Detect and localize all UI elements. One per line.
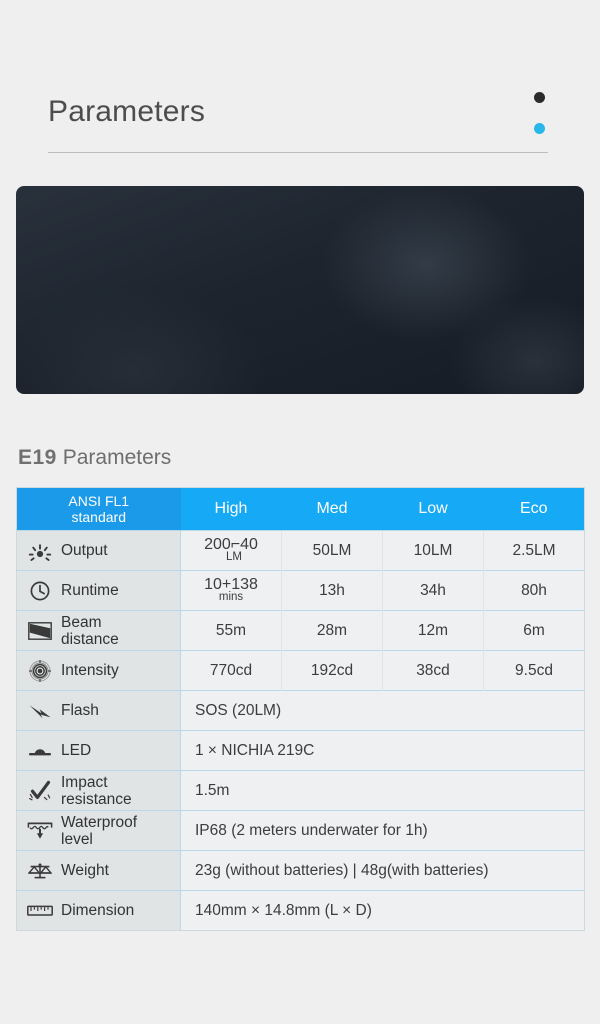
- table-row: Output 200⌐40 LM 50LM 10LM 2.5LM: [16, 530, 585, 571]
- impact-check-icon: [27, 779, 53, 803]
- table-row: Waterproof level IP68 (2 meters underwat…: [16, 810, 585, 851]
- spec-table-head: ANSI FL1 standard High Med Low Eco: [16, 487, 585, 531]
- table-row: Beam distance 55m 28m 12m 6m: [16, 610, 585, 651]
- carousel-dot-inactive[interactable]: [534, 123, 545, 134]
- spec-label-text: Flash: [61, 702, 99, 719]
- spec-table: ANSI FL1 standard High Med Low Eco Outpu…: [16, 487, 585, 931]
- spec-label-cell: Weight: [16, 850, 181, 891]
- spec-label-text: Intensity: [61, 662, 119, 679]
- spec-value-cell: 770cd: [180, 650, 282, 691]
- parameters-page: Parameters E19 Parameters ANSI FL1 stand…: [0, 0, 600, 1024]
- spec-value-cell: 38cd: [382, 650, 484, 691]
- column-header-eco: Eco: [483, 487, 585, 531]
- beam-wedge-icon: [27, 619, 53, 643]
- spec-value-merged: 23g (without batteries) | 48g(with batte…: [180, 850, 585, 891]
- spec-value-cell: 10+138 mins: [180, 570, 282, 611]
- title-divider: [48, 152, 548, 153]
- product-model: E19: [18, 446, 57, 469]
- column-header-low: Low: [382, 487, 484, 531]
- spec-label-cell: Beam distance: [16, 610, 181, 651]
- spec-label-text: Waterproof level: [61, 813, 138, 848]
- beam-distance-image: 0m 50m 100m Beam distance: [16, 186, 584, 394]
- spec-label-text: Beam distance: [61, 613, 119, 648]
- spec-value-cell: 200⌐40 LM: [180, 530, 282, 571]
- spec-label-cell: Dimension: [16, 890, 181, 931]
- target-intensity-icon: [27, 659, 53, 683]
- led-icon: [27, 739, 53, 763]
- column-header-high: High: [180, 487, 282, 531]
- spec-table-heading: E19 Parameters: [18, 446, 171, 470]
- spec-value-cell: 28m: [281, 610, 383, 651]
- spec-label-text: Dimension: [61, 902, 135, 919]
- section-header: Parameters: [48, 92, 548, 162]
- spec-value-cell: 13h: [281, 570, 383, 611]
- table-row: Dimension 140mm × 14.8mm (L × D): [16, 890, 585, 931]
- sun-burst-icon: [27, 539, 53, 563]
- spec-label-cell: Flash: [16, 690, 181, 731]
- spec-value-unit: LM: [226, 551, 242, 564]
- spec-value-cell: 12m: [382, 610, 484, 651]
- column-header-standard: ANSI FL1 standard: [16, 487, 181, 531]
- spec-heading-word: Parameters: [62, 446, 172, 469]
- table-row: Impact resistance 1.5m: [16, 770, 585, 811]
- spec-value-merged: 1 × NICHIA 219C: [180, 730, 585, 771]
- spec-label-text: Weight: [61, 862, 109, 879]
- spec-table-header-row: ANSI FL1 standard High Med Low Eco: [16, 487, 585, 531]
- waterproof-icon: [27, 819, 53, 843]
- column-header-med: Med: [281, 487, 383, 531]
- spec-label-cell: Waterproof level: [16, 810, 181, 851]
- spec-value-cell: 55m: [180, 610, 282, 651]
- table-row: Weight 23g (without batteries) | 48g(wit…: [16, 850, 585, 891]
- spec-label-cell: LED: [16, 730, 181, 771]
- carousel-dot-active[interactable]: [534, 92, 545, 103]
- spec-value-cell: 6m: [483, 610, 585, 651]
- spec-value-cell: 50LM: [281, 530, 383, 571]
- spec-value-merged: 1.5m: [180, 770, 585, 811]
- beam-distance-scene: 0m 50m 100m Beam distance: [16, 186, 584, 394]
- spec-value-cell: 2.5LM: [483, 530, 585, 571]
- spec-label-text: Impact resistance: [61, 773, 132, 808]
- clock-icon: [27, 579, 53, 603]
- spec-value-merged: 140mm × 14.8mm (L × D): [180, 890, 585, 931]
- table-row: Runtime 10+138 mins 13h 34h 80h: [16, 570, 585, 611]
- spec-table-body: Output 200⌐40 LM 50LM 10LM 2.5LM Runtime 1…: [16, 530, 585, 931]
- spec-label-cell: Impact resistance: [16, 770, 181, 811]
- page-title: Parameters: [48, 95, 206, 128]
- spec-label-cell: Intensity: [16, 650, 181, 691]
- spec-value-merged: SOS (20LM): [180, 690, 585, 731]
- table-row: Flash SOS (20LM): [16, 690, 585, 731]
- spec-value-merged: IP68 (2 meters underwater for 1h): [180, 810, 585, 851]
- table-row: LED 1 × NICHIA 219C: [16, 730, 585, 771]
- spec-value-cell: 10LM: [382, 530, 484, 571]
- spec-label-text: LED: [61, 742, 92, 759]
- spec-label-text: Output: [61, 542, 108, 559]
- spec-label-cell: Runtime: [16, 570, 181, 611]
- spec-value-cell: 34h: [382, 570, 484, 611]
- spec-value-cell: 80h: [483, 570, 585, 611]
- ruler-icon: [27, 899, 53, 923]
- table-row: Intensity 770cd 192cd 38cd 9.5cd: [16, 650, 585, 691]
- flash-bolt-icon: [27, 699, 53, 723]
- spec-value-cell: 9.5cd: [483, 650, 585, 691]
- scale-balance-icon: [27, 859, 53, 883]
- spec-label-cell: Output: [16, 530, 181, 571]
- spec-label-text: Runtime: [61, 582, 119, 599]
- spec-value-unit: mins: [218, 591, 244, 604]
- spec-value-cell: 192cd: [281, 650, 383, 691]
- carousel-dots[interactable]: [533, 92, 549, 142]
